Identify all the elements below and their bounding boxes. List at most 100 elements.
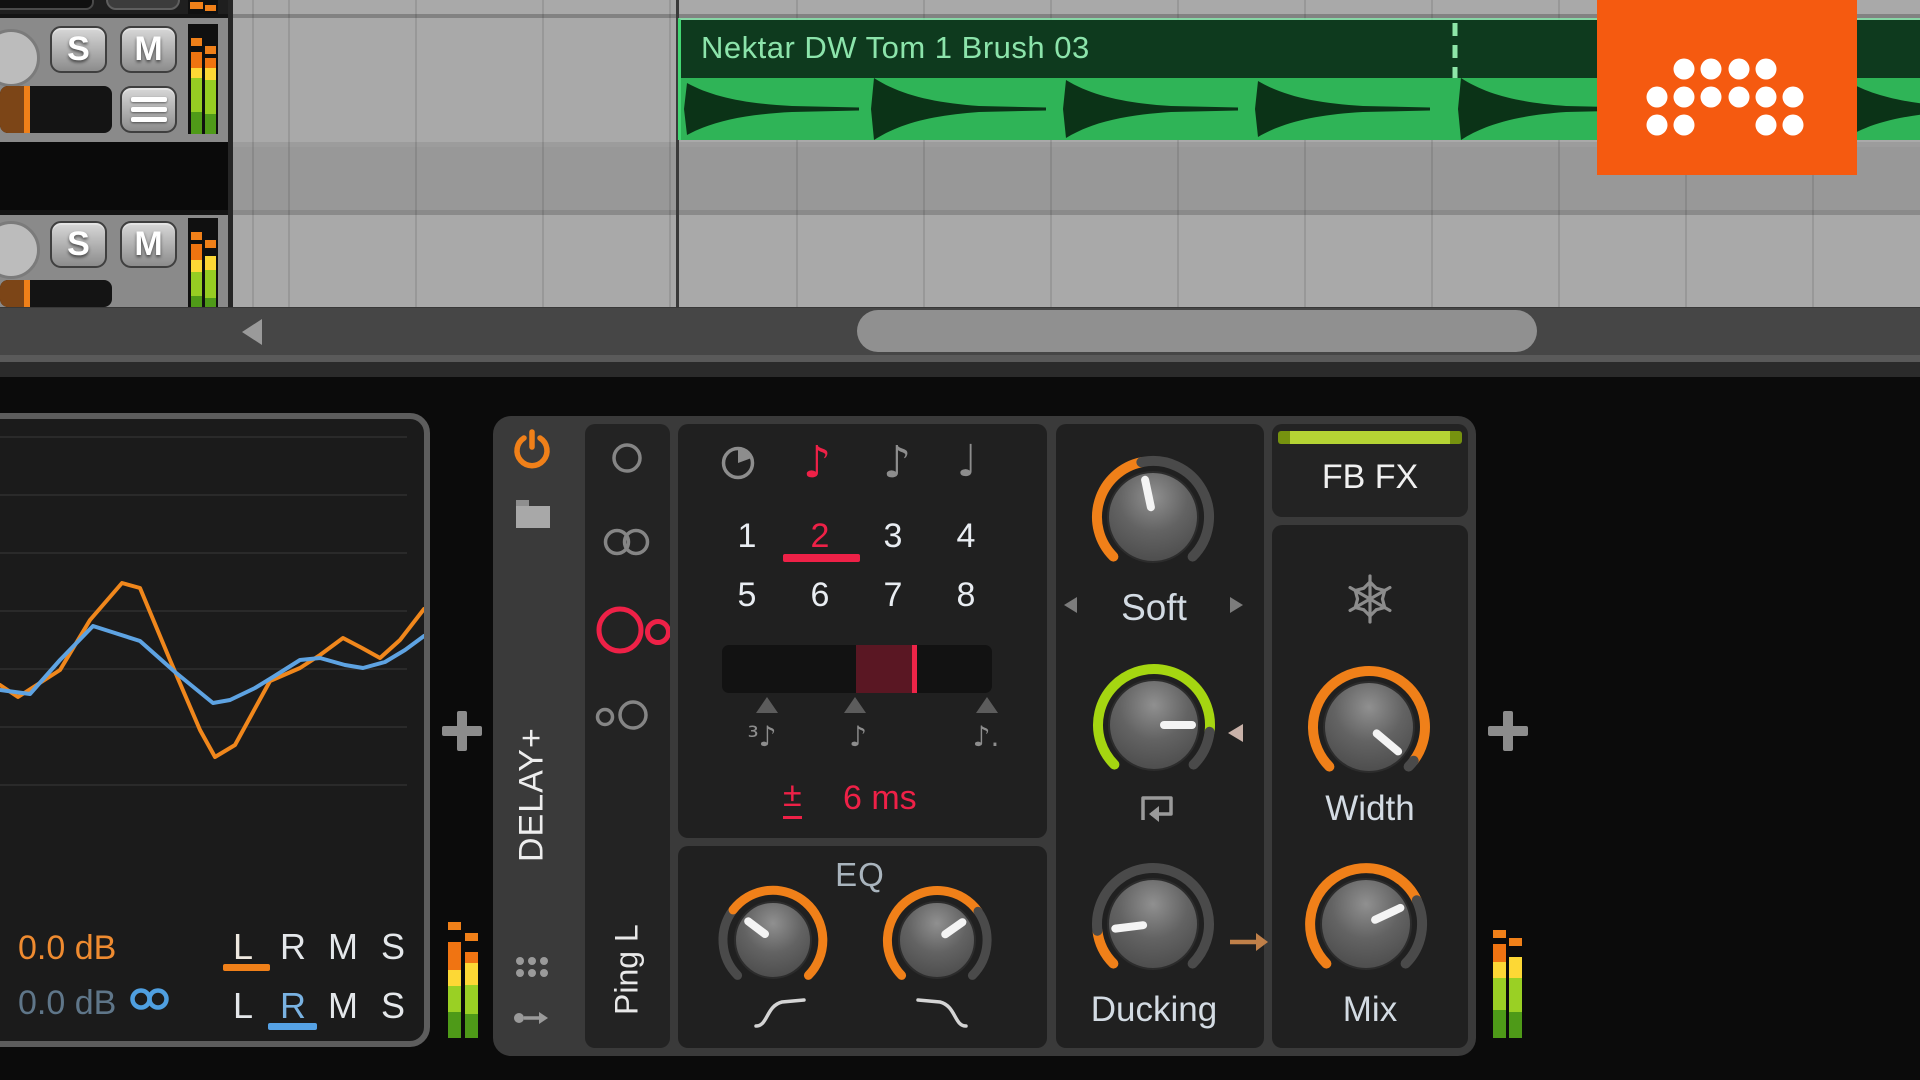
feedback-mode-value[interactable]: Soft — [1094, 587, 1214, 629]
fader-handle[interactable] — [0, 86, 24, 133]
width-label: Width — [1325, 789, 1415, 828]
inter-device-meter-left — [448, 922, 479, 1038]
channel-l-button[interactable]: L — [218, 926, 268, 967]
mode-prev-arrow-icon[interactable] — [1064, 597, 1077, 613]
oscilloscope-device-panel[interactable]: 0.0 dB 0.0 dB L R M S L R M S — [0, 413, 430, 1047]
time-offset-slider[interactable] — [722, 645, 992, 693]
marker-straight[interactable] — [844, 697, 866, 713]
division-3[interactable]: 3 — [873, 517, 913, 556]
track-2-meter — [188, 218, 218, 307]
freeze-snowflake-icon[interactable] — [1344, 573, 1396, 625]
mode-pingpong-rl-icon[interactable] — [595, 700, 648, 730]
offset-plusminus[interactable]: ± — [783, 776, 802, 819]
channel-r-button[interactable]: R — [268, 926, 318, 967]
hamburger-icon — [130, 97, 167, 102]
mix-label: Mix — [1342, 990, 1398, 1029]
track-1-menu-button[interactable] — [120, 86, 177, 133]
triplet-note-icon: ³♪ — [747, 720, 777, 753]
eq-lowpass-knob[interactable] — [878, 881, 996, 999]
solo-label: S — [67, 30, 90, 68]
channel-bottom-selected-underline — [268, 1023, 317, 1030]
track-2-header[interactable]: S M — [0, 215, 228, 307]
fb-fx-slot-button[interactable]: FB FX — [1272, 424, 1468, 517]
modulation-marker-icon — [1228, 724, 1243, 742]
track-1-mute-button[interactable]: M — [120, 26, 177, 73]
horizontal-scrollbar[interactable] — [0, 307, 1920, 356]
track-2-volume-fader[interactable] — [0, 280, 112, 307]
track-2-mute-button[interactable]: M — [120, 221, 177, 268]
header-gap — [0, 142, 228, 210]
division-8[interactable]: 8 — [946, 576, 986, 615]
delay-plus-device[interactable]: DELAY+ Ping L ♪ ♪ ♩ 1 2 3 4 5 6 7 8 ³♪ ♪… — [493, 416, 1476, 1056]
offset-value-readout[interactable]: 6 ms — [843, 779, 917, 818]
mix-knob[interactable] — [1298, 856, 1434, 992]
inter-device-meter-right — [1493, 922, 1524, 1038]
device-power-icon[interactable] — [512, 429, 552, 469]
channel-s-button[interactable]: S — [368, 926, 418, 967]
mode-stereo-icon[interactable] — [603, 528, 650, 556]
scroll-left-arrow-icon[interactable] — [242, 319, 262, 345]
track-2-arm-button[interactable] — [0, 221, 40, 279]
track-1-header[interactable]: S M — [0, 18, 228, 142]
eq-highpass-knob[interactable] — [714, 881, 832, 999]
channel-selector-bottom[interactable]: L R M S — [218, 985, 418, 1026]
delay-mode-column: Ping L — [585, 424, 670, 1048]
device-name[interactable]: DELAY+ — [510, 675, 554, 915]
division-1[interactable]: 1 — [727, 517, 767, 556]
gain-readout-left[interactable]: 0.0 dB — [18, 929, 116, 968]
division-5[interactable]: 5 — [727, 576, 767, 615]
marker-dotted[interactable] — [976, 697, 998, 713]
mode-pingpong-lr-icon-selected[interactable] — [596, 606, 670, 654]
time-mode-8th-plain-icon[interactable]: ♪ — [877, 441, 917, 485]
time-mode-free-icon[interactable] — [720, 445, 756, 481]
offset-range — [856, 645, 917, 693]
channel-m-button[interactable]: M — [318, 985, 368, 1026]
mode-next-arrow-icon[interactable] — [1230, 597, 1243, 613]
partial-button — [106, 0, 180, 10]
delay-eq-panel: EQ — [678, 846, 1047, 1048]
highpass-curve-icon — [754, 998, 806, 1028]
scrollbar-thumb[interactable] — [857, 310, 1537, 352]
division-2-selected[interactable]: 2 — [800, 517, 840, 556]
device-chain-area: 0.0 dB 0.0 dB L R M S L R M S DELAY+ Pin… — [0, 377, 1920, 1080]
feedback-character-knob[interactable] — [1085, 449, 1221, 585]
fader-handle[interactable] — [0, 280, 24, 307]
add-device-button-left[interactable] — [442, 711, 482, 751]
remote-controls-icon[interactable] — [515, 956, 549, 979]
channel-s-button[interactable]: S — [368, 985, 418, 1026]
track-2-solo-button[interactable]: S — [50, 221, 107, 268]
preset-folder-icon[interactable] — [514, 496, 552, 530]
marker-triplet[interactable] — [756, 697, 778, 713]
channel-selector-top[interactable]: L R M S — [218, 926, 418, 967]
gain-readout-right[interactable]: 0.0 dB — [18, 984, 116, 1023]
fb-fx-label: FB FX — [1321, 458, 1419, 496]
output-panel: Width Mix — [1272, 525, 1468, 1048]
time-mode-8th-icon-selected[interactable]: ♪ — [797, 441, 837, 485]
solo-label: S — [67, 225, 90, 263]
channel-m-button[interactable]: M — [318, 926, 368, 967]
feedback-loop-icon[interactable] — [1131, 790, 1177, 828]
ducking-knob[interactable] — [1085, 856, 1221, 992]
sixteenth-note-icon: ♪ — [849, 720, 867, 753]
division-6[interactable]: 6 — [800, 576, 840, 615]
channel-top-selected-underline — [223, 964, 270, 971]
division-7[interactable]: 7 — [873, 576, 913, 615]
panel-splitter-shadow — [0, 362, 1920, 377]
track-1-volume-fader[interactable] — [0, 86, 112, 133]
division-4[interactable]: 4 — [946, 517, 986, 556]
width-knob[interactable] — [1301, 659, 1437, 795]
time-mode-quarter-icon[interactable]: ♩ — [947, 440, 987, 484]
channel-l-button[interactable]: L — [218, 985, 268, 1026]
channel-r-button[interactable]: R — [268, 985, 318, 1026]
feedback-amount-knob[interactable] — [1086, 657, 1222, 793]
add-device-button-right[interactable] — [1488, 711, 1528, 751]
modulation-routing-icon[interactable] — [512, 1008, 552, 1028]
panel-splitter[interactable] — [0, 355, 1920, 362]
track-1-solo-button[interactable]: S — [50, 26, 107, 73]
preset-page-name[interactable]: Ping L — [607, 915, 647, 1025]
track-1-arm-button[interactable] — [0, 29, 40, 87]
arranger-timeline[interactable]: Nektar DW Tom 1 Brush 03 — [233, 0, 1920, 307]
bitwig-logo-dots-icon — [1646, 58, 1804, 136]
mode-mono-icon[interactable] — [612, 443, 642, 473]
stereo-link-icon[interactable] — [127, 986, 173, 1012]
